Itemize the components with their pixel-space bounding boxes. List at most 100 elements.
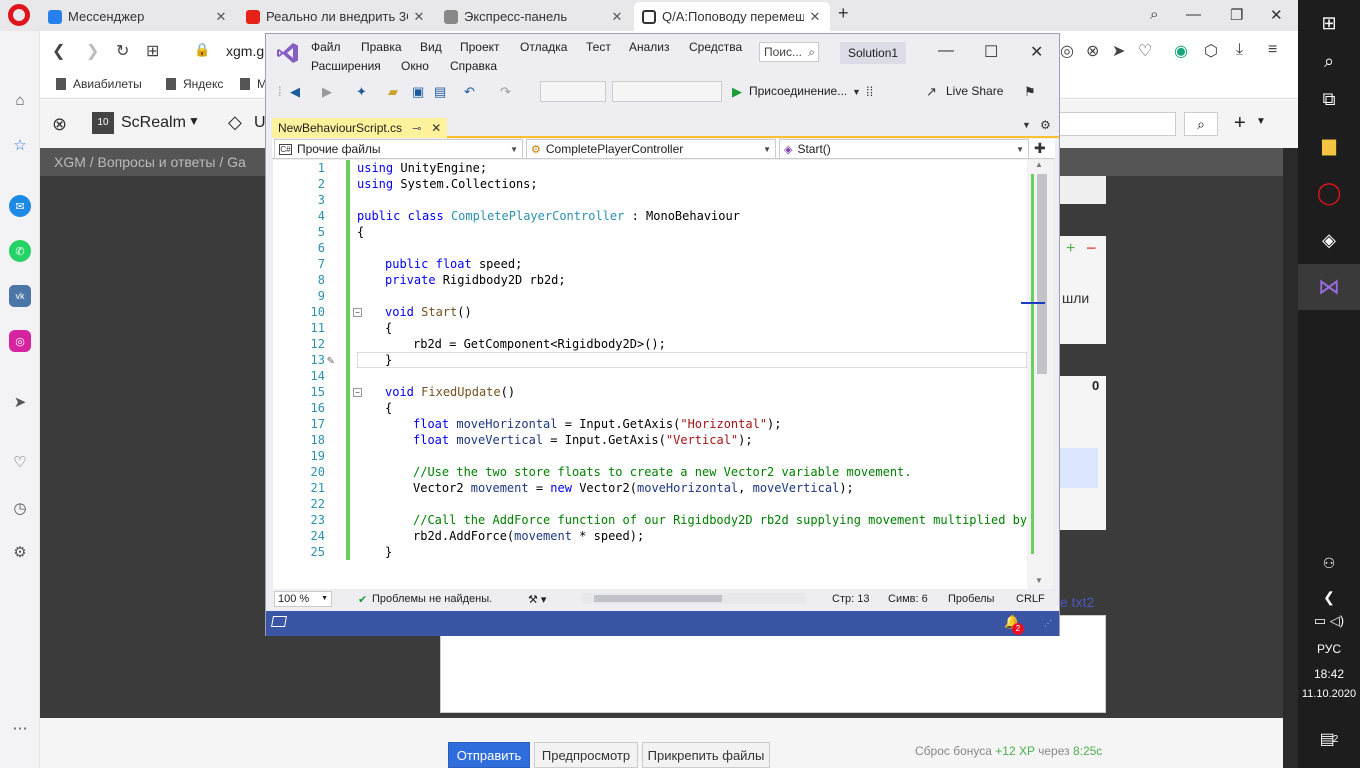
editor-scrollbar[interactable]: ▲ ▼ bbox=[1021, 160, 1053, 590]
scroll-up-icon[interactable]: ▲ bbox=[1035, 160, 1043, 169]
close-icon[interactable]: ✕ bbox=[610, 9, 624, 25]
chevron-down-icon[interactable]: ▼ bbox=[188, 114, 200, 128]
restore-icon[interactable]: ❐ bbox=[1230, 6, 1243, 24]
close-icon[interactable]: ✕ bbox=[431, 121, 441, 135]
minimize-icon[interactable]: — bbox=[938, 42, 954, 60]
bookmark-aviabilety[interactable]: Авиабилеты bbox=[56, 77, 142, 91]
reload-icon[interactable]: ↻ bbox=[116, 41, 129, 61]
visual-studio-icon[interactable]: ⋈ bbox=[1298, 264, 1360, 310]
speed-dial-icon[interactable]: ☆ bbox=[9, 134, 31, 156]
whitespace-indicator[interactable]: Пробелы bbox=[948, 593, 994, 605]
forward-icon[interactable]: ❯ bbox=[86, 41, 99, 61]
new-tab-button[interactable]: + bbox=[838, 3, 849, 24]
nav-back-icon[interactable]: ◀ bbox=[290, 84, 300, 100]
settings-icon[interactable]: ⚙ bbox=[1040, 118, 1051, 132]
resize-grip-icon[interactable]: ⋰ bbox=[1044, 619, 1052, 628]
address-bar[interactable]: xgm.g bbox=[226, 43, 264, 59]
minimize-icon[interactable]: — bbox=[1186, 6, 1201, 23]
line-ending-indicator[interactable]: CRLF bbox=[1016, 593, 1045, 605]
vpn-icon[interactable]: ◉ bbox=[1174, 41, 1188, 61]
page-scrollbar[interactable] bbox=[1283, 148, 1298, 768]
menu-window[interactable]: Окно bbox=[401, 59, 429, 73]
bookmark-yandex[interactable]: Яндекс bbox=[166, 77, 223, 91]
menu-edit[interactable]: Правка bbox=[361, 40, 402, 54]
close-circle-icon[interactable]: ⊗ bbox=[52, 114, 67, 135]
browser-tab-youtube[interactable]: Реально ли внедрить 3G ✕ bbox=[238, 2, 434, 31]
menu-test[interactable]: Тест bbox=[586, 40, 611, 54]
scrollbar-thumb[interactable] bbox=[1037, 174, 1047, 374]
menu-analyze[interactable]: Анализ bbox=[629, 40, 670, 54]
horizontal-scrollbar[interactable] bbox=[582, 593, 806, 604]
heart-icon[interactable]: ♡ bbox=[1138, 41, 1152, 61]
close-icon[interactable]: ✕ bbox=[412, 9, 426, 25]
undo-icon[interactable]: ↶ bbox=[464, 84, 475, 100]
browser-tab-speed-dial[interactable]: Экспресс-панель ✕ bbox=[436, 2, 632, 31]
menu-help[interactable]: Справка bbox=[450, 59, 497, 73]
code-editor[interactable]: 1 using UnityEngine; 2 using System.Collec… bbox=[273, 160, 1053, 590]
instagram-icon[interactable]: ◎ bbox=[9, 330, 31, 352]
menu-icon[interactable]: ≡ bbox=[1268, 41, 1277, 59]
vk-icon[interactable]: vk bbox=[9, 285, 31, 307]
feedback-icon[interactable]: ⚑ bbox=[1024, 84, 1036, 100]
tab-list-icon[interactable]: ▼ bbox=[1022, 120, 1031, 130]
pin-icon[interactable]: ⊸ bbox=[412, 122, 421, 135]
tag-link[interactable]: e txt2 bbox=[1060, 594, 1094, 610]
search-icon[interactable]: ⌕ bbox=[1184, 112, 1218, 136]
task-view-icon[interactable]: ⧉ bbox=[1298, 76, 1360, 122]
download-icon[interactable]: ⤓ bbox=[1236, 41, 1243, 59]
tabs-grid-icon[interactable]: ⊞ bbox=[146, 41, 159, 61]
line-indicator[interactable]: Стр: 13 bbox=[832, 593, 869, 605]
quick-action-icon[interactable]: ✎ bbox=[327, 352, 334, 368]
clock-time[interactable]: 18:42 bbox=[1298, 664, 1360, 684]
menu-view[interactable]: Вид bbox=[420, 40, 442, 54]
search-tabs-icon[interactable]: ⌕ bbox=[1150, 6, 1158, 23]
settings-icon[interactable]: ⚙ bbox=[9, 541, 31, 563]
adblock-icon[interactable]: ⊗ bbox=[1086, 41, 1099, 61]
code-cleanup-icon[interactable]: ⚒ ▾ bbox=[528, 593, 546, 606]
camera-icon[interactable]: ◎ bbox=[1060, 41, 1074, 61]
zoom-combo[interactable]: 100 % ▼ bbox=[274, 591, 332, 607]
cube-icon[interactable]: ⬡ bbox=[1204, 41, 1218, 61]
live-share-icon[interactable]: ↗ bbox=[926, 84, 937, 100]
collapse-icon[interactable]: − bbox=[353, 308, 362, 317]
file-explorer-icon[interactable]: ▆ bbox=[1298, 122, 1360, 168]
live-share-button[interactable]: Live Share bbox=[946, 84, 1003, 98]
close-icon[interactable]: ✕ bbox=[1030, 42, 1043, 62]
notifications-icon[interactable]: ▤ 2 bbox=[1298, 716, 1360, 762]
project-combo[interactable]: C# Прочие файлы ▼ bbox=[274, 139, 523, 159]
add-icon[interactable]: + bbox=[1234, 112, 1246, 135]
save-icon[interactable]: ▣ bbox=[412, 84, 424, 100]
menu-project[interactable]: Проект bbox=[460, 40, 500, 54]
menu-extensions[interactable]: Расширения bbox=[311, 59, 381, 73]
member-combo[interactable]: ◈ Start() ▼ bbox=[779, 139, 1029, 159]
browser-tab-messenger[interactable]: Мессенджер ✕ bbox=[40, 2, 236, 31]
send-button[interactable]: Отправить bbox=[448, 742, 530, 768]
preview-button[interactable]: Предпросмотр bbox=[534, 742, 638, 768]
menu-debug[interactable]: Отладка bbox=[520, 40, 567, 54]
opera-icon[interactable]: ◯ bbox=[1298, 170, 1360, 216]
collapse-icon[interactable]: − bbox=[353, 388, 362, 397]
open-folder-icon[interactable]: ▰ bbox=[388, 84, 398, 100]
attach-button[interactable]: Присоединение... bbox=[749, 84, 847, 98]
clock-date[interactable]: 11.10.2020 bbox=[1298, 684, 1360, 704]
site-title[interactable]: ScRealm bbox=[121, 114, 186, 132]
scroll-down-icon[interactable]: ▼ bbox=[1035, 576, 1043, 585]
class-combo[interactable]: ⚙ CompletePlayerController ▼ bbox=[526, 139, 776, 159]
chevron-down-icon[interactable]: ▼ bbox=[1256, 116, 1266, 127]
unity-icon[interactable]: ◈ bbox=[1298, 217, 1360, 263]
problems-status[interactable]: Проблемы не найдены. bbox=[372, 593, 492, 605]
send-icon[interactable]: ➤ bbox=[1112, 41, 1125, 61]
new-project-icon[interactable]: ✦ bbox=[356, 84, 367, 100]
tab-newbehaviourscript[interactable]: NewBehaviourScript.cs ⊸ ✕ bbox=[272, 118, 448, 138]
horizontal-scroll-thumb[interactable] bbox=[594, 595, 722, 602]
debug-toolbar-icon[interactable]: ⁞⁞ bbox=[866, 84, 873, 99]
heart-icon[interactable]: ♡ bbox=[9, 451, 31, 473]
upvote-icon[interactable]: + bbox=[1066, 240, 1075, 258]
close-icon[interactable]: ✕ bbox=[214, 9, 228, 25]
split-icon[interactable]: ✚ bbox=[1034, 140, 1046, 157]
column-indicator[interactable]: Симв: 6 bbox=[888, 593, 928, 605]
vs-search-input[interactable]: Поис... ⌕ bbox=[759, 42, 819, 62]
chevron-down-icon[interactable]: ▼ bbox=[852, 87, 861, 97]
site-second-label[interactable]: U bbox=[254, 114, 266, 132]
save-all-icon[interactable]: ▤ bbox=[434, 84, 446, 100]
